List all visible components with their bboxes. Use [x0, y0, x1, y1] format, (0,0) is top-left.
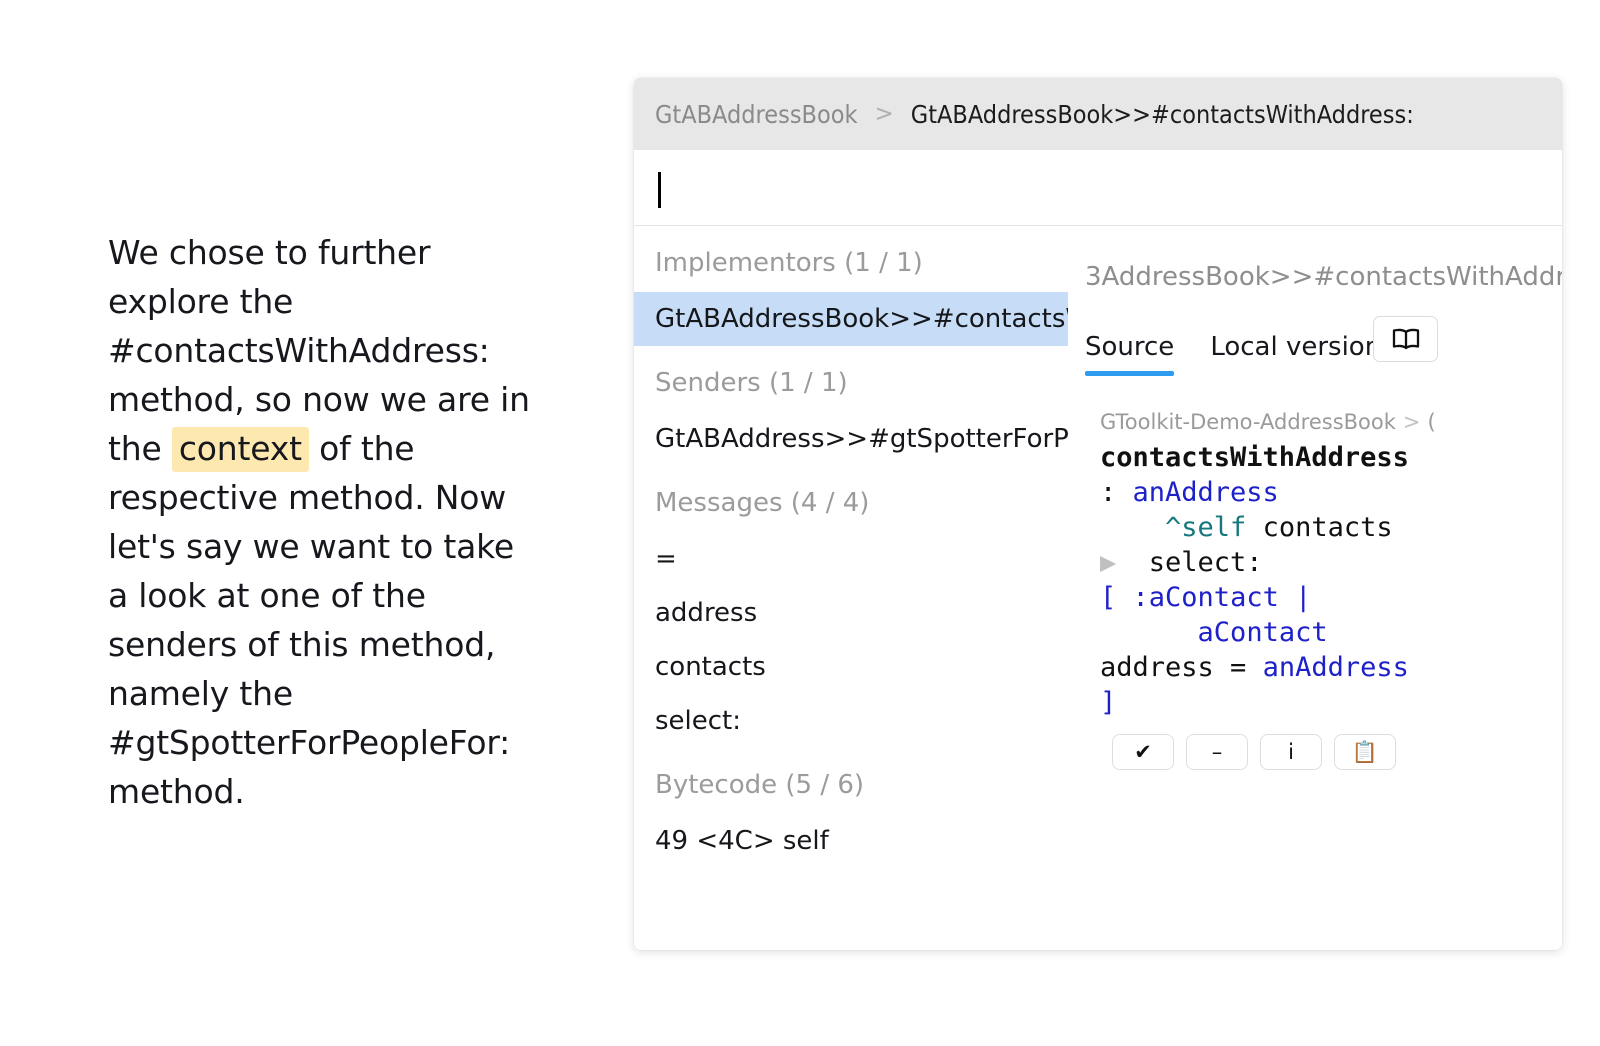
code-token: | [1295, 582, 1312, 613]
code-token: ^self [1165, 512, 1247, 543]
code-token: anAddress [1132, 477, 1279, 508]
code-token: address = [1100, 652, 1263, 683]
breadcrumb: GtABAddressBook > GtABAddressBook>>#cont… [634, 78, 1562, 150]
code-token: [ [1100, 582, 1117, 613]
code-line: contactsWithAddress [1100, 440, 1562, 475]
list-item[interactable]: GtABAddressBook>>#contactsWithAddress: [634, 292, 1068, 346]
list-item[interactable]: address [634, 586, 1068, 640]
code-breadcrumb-next: ( [1427, 410, 1436, 434]
tab-source[interactable]: Source [1085, 332, 1175, 376]
code-breadcrumb: GToolkit-Demo-AddressBook >( [1100, 410, 1562, 434]
accept-button[interactable]: ✔ [1112, 734, 1174, 770]
results-group-title: Bytecode (5 / 6) [655, 770, 865, 800]
code-line: address = anAddress [1100, 650, 1562, 685]
code-line: aContact [1100, 615, 1562, 650]
open-book-icon [1392, 328, 1419, 350]
code-line: ▶ select: [1100, 545, 1562, 580]
open-book-button[interactable] [1373, 316, 1438, 362]
code-token: contactsWithAddress [1100, 442, 1409, 473]
card-body: Implementors (1 / 1) GtABAddressBook>>#co… [634, 226, 1562, 950]
narrative-text: We chose to further explore the #contact… [108, 228, 538, 816]
spotter-window: GtABAddressBook > GtABAddressBook>>#cont… [634, 78, 1562, 950]
code-token: ] [1100, 687, 1117, 718]
code-action-bar: ✔ – i 📋 [1100, 734, 1562, 770]
clipboard-button[interactable]: 📋 [1334, 734, 1396, 770]
search-row[interactable] [634, 150, 1562, 226]
code-breadcrumb-separator-icon: > [1402, 410, 1421, 434]
list-item[interactable]: contacts [634, 640, 1068, 694]
remove-button[interactable]: – [1186, 734, 1248, 770]
text-caret [658, 172, 661, 208]
narrative-highlight: context [171, 427, 309, 472]
narrative-part-2: of the respective method. Now let's say … [108, 429, 514, 811]
code-line: [ :aContact | [1100, 580, 1562, 615]
expand-triangle-icon[interactable]: ▶ [1100, 547, 1133, 578]
code-line: : anAddress [1100, 475, 1562, 510]
info-button[interactable]: i [1260, 734, 1322, 770]
list-item[interactable]: select: [634, 694, 1068, 748]
code-token: select: [1132, 547, 1263, 578]
detail-title: 3AddressBook>>#contactsWithAddr [1085, 262, 1562, 292]
code-token: contacts [1246, 512, 1393, 543]
code-token: anAddress [1262, 652, 1409, 683]
breadcrumb-root[interactable]: GtABAddressBook [655, 100, 858, 129]
list-item[interactable]: 49 <4C> self [634, 814, 1068, 868]
results-group-title: Messages (4 / 4) [655, 488, 870, 518]
list-item[interactable]: = [634, 532, 1068, 586]
code-token: : [1100, 477, 1133, 508]
source-code-area[interactable]: GToolkit-Demo-AddressBook >( contactsWith… [1085, 376, 1562, 770]
results-group-title: Senders (1 / 1) [655, 368, 848, 398]
code-breadcrumb-package: GToolkit-Demo-AddressBook [1100, 410, 1396, 434]
tab-local-versions[interactable]: Local versions [1210, 332, 1394, 376]
code-line: ^self contacts [1100, 510, 1562, 545]
list-item[interactable]: GtABAddress>>#gtSpotterForPeopleFor: [634, 412, 1068, 466]
results-group-title: Implementors (1 / 1) [655, 248, 923, 278]
breadcrumb-separator-icon: > [874, 101, 894, 127]
search-input[interactable] [656, 172, 1490, 203]
code-line: ] [1100, 685, 1562, 720]
code-token: :aContact [1132, 582, 1279, 613]
results-list[interactable]: Implementors (1 / 1) GtABAddressBook>>#co… [634, 226, 1068, 950]
method-source[interactable]: contactsWithAddress: anAddress ^self con… [1100, 440, 1562, 720]
breadcrumb-current[interactable]: GtABAddressBook>>#contactsWithAddress: [911, 100, 1414, 129]
code-token: aContact [1197, 617, 1328, 648]
tab-bar: Source Local versions [1085, 314, 1562, 376]
detail-pane: 3AddressBook>>#contactsWithAddr Source L… [1068, 226, 1562, 950]
